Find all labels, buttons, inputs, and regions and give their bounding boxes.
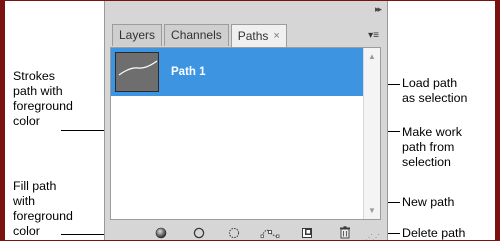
annotation-fill-path: Fill path with foreground color (13, 179, 73, 238)
frame-left-border (1, 1, 5, 240)
stroke-path-icon (193, 227, 205, 238)
tab-channels[interactable]: Channels (164, 24, 229, 46)
panel-menu-icon[interactable]: ▾≡ (368, 30, 379, 41)
stroke-path-button[interactable] (190, 224, 208, 240)
paths-list: Path 1 ▲ ▼ (110, 47, 381, 220)
panel-title-strip: ▸▸ (105, 1, 387, 21)
load-selection-button[interactable] (225, 224, 243, 240)
fill-path-icon (155, 227, 167, 238)
tutorial-figure: Strokes path with foreground color Fill … (0, 0, 500, 241)
make-work-path-button[interactable] (259, 224, 281, 240)
fill-path-button[interactable] (152, 224, 170, 240)
path-row[interactable]: Path 1 (111, 48, 364, 96)
load-selection-icon (228, 227, 240, 238)
annotation-new-path: New path (402, 195, 455, 209)
tab-layers-label: Layers (119, 28, 156, 42)
annotation-strokes-path: Strokes path with foreground color (13, 69, 73, 128)
tab-channels-label: Channels (171, 28, 222, 42)
paths-toolbar: ⋰⋰ (110, 222, 381, 240)
vertical-scrollbar[interactable]: ▲ ▼ (363, 48, 380, 219)
tab-layers[interactable]: Layers (112, 24, 163, 46)
delete-path-button[interactable] (336, 224, 354, 240)
path-thumbnail (115, 52, 159, 92)
scroll-up-icon[interactable]: ▲ (368, 52, 376, 61)
delete-path-icon (340, 226, 350, 239)
annotation-delete-path: Delete path (402, 226, 466, 240)
new-path-button[interactable] (298, 224, 316, 240)
annotation-load-path: Load path as selection (402, 76, 468, 105)
frame-right-border (495, 1, 499, 240)
paths-panel: ▸▸ Layers Channels Paths × ▾≡ Path 1 ▲ ▼ (104, 1, 388, 240)
collapse-panel-icon[interactable]: ▸▸ (375, 4, 382, 15)
annotation-make-work-path: Make work path from selection (402, 125, 462, 169)
panel-tabs: Layers Channels Paths × (112, 24, 289, 47)
scroll-down-icon[interactable]: ▼ (368, 206, 376, 215)
new-path-icon (302, 227, 312, 238)
make-work-path-icon (260, 229, 280, 238)
close-tab-icon[interactable]: × (273, 26, 279, 47)
path-name-label: Path 1 (171, 66, 206, 78)
tab-paths-label: Paths (237, 28, 269, 43)
tab-paths[interactable]: Paths × (230, 24, 287, 47)
resize-grip-icon[interactable]: ⋰⋰ (365, 233, 380, 240)
